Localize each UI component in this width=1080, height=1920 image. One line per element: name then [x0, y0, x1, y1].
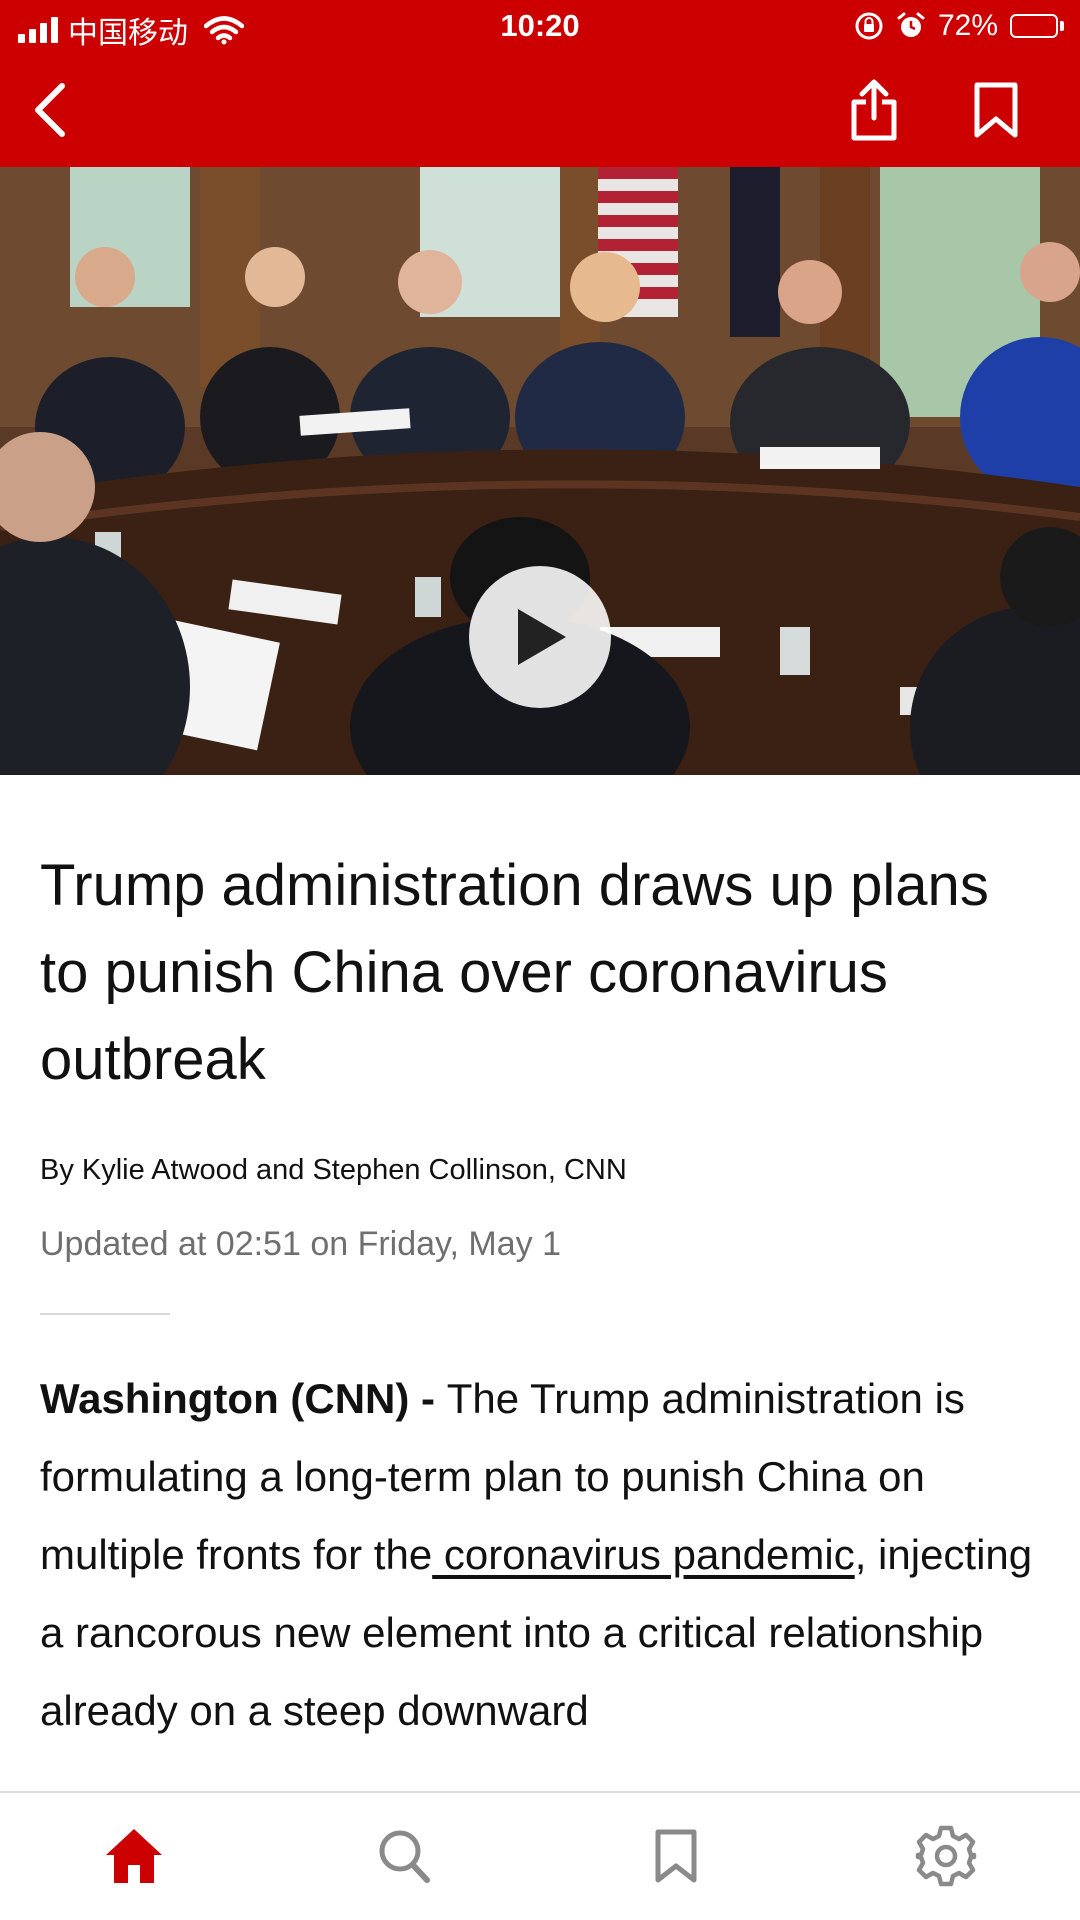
article-timestamp: Updated at 02:51 on Friday, May 1	[40, 1225, 562, 1263]
top-app-bar	[0, 54, 1080, 167]
play-button[interactable]	[469, 566, 611, 708]
hero-video[interactable]	[0, 167, 1080, 775]
nav-saved[interactable]	[636, 1821, 716, 1891]
share-button[interactable]	[842, 78, 906, 142]
alarm-icon	[897, 12, 925, 37]
battery-icon	[1010, 14, 1064, 38]
gear-icon	[915, 1825, 977, 1887]
home-icon	[106, 1829, 162, 1883]
coronavirus-pandemic-link[interactable]: coronavirus pandemic	[432, 1531, 855, 1578]
search-icon	[379, 1830, 430, 1883]
nav-settings[interactable]	[906, 1821, 986, 1891]
divider	[40, 1313, 170, 1315]
article-dateline: Washington (CNN) -	[40, 1375, 447, 1422]
article-byline: By Kylie Atwood and Stephen Collinson, C…	[40, 1154, 627, 1186]
bookmark-icon	[655, 1829, 697, 1883]
play-icon	[518, 609, 566, 665]
battery-percent: 72%	[937, 9, 998, 42]
share-icon	[851, 79, 897, 141]
bottom-nav	[0, 1791, 1080, 1920]
nav-home[interactable]	[94, 1821, 174, 1891]
bookmark-button[interactable]	[964, 78, 1028, 142]
article-body: Washington (CNN) - The Trump administrat…	[40, 1360, 1050, 1790]
status-right: 72%	[854, 9, 1064, 43]
article-headline: Trump administration draws up plans to p…	[40, 853, 989, 1092]
bookmark-icon	[974, 82, 1018, 138]
nav-search[interactable]	[364, 1821, 444, 1891]
back-button[interactable]	[18, 78, 82, 142]
orientation-lock-icon	[855, 12, 883, 40]
chevron-left-icon	[35, 83, 65, 137]
status-bar: 中国移动 10:20 72%	[0, 0, 1080, 54]
